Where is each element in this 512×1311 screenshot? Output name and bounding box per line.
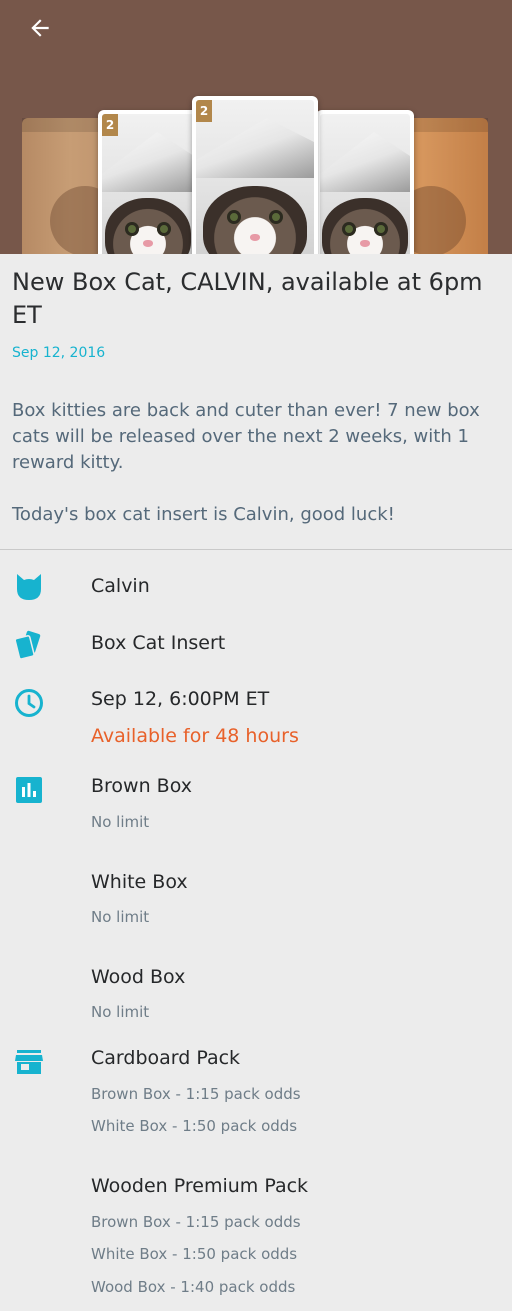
cat-photo [322,198,408,254]
article-body: Box kitties are back and cuter than ever… [12,398,502,528]
article-title: New Box Cat, CALVIN, available at 6pm ET [12,268,483,329]
header-hero: 2 2 [0,0,512,254]
pack-odds: White Box - 1:50 pack odds [91,1245,298,1263]
cat-icon [12,570,46,604]
article-paragraph: Today's box cat insert is Calvin, good l… [12,504,395,525]
availability-text: Available for 48 hours [91,725,299,747]
cat-photo [105,198,191,254]
variant-limit: No limit [91,908,150,926]
back-button[interactable] [22,12,58,44]
arrow-left-icon [31,19,49,37]
cat-photo [203,186,307,254]
cat-card-center: 2 [192,96,318,254]
card-number-badge: 2 [102,114,118,136]
pack-name: Wooden Premium Pack [91,1175,309,1197]
character-name: Calvin [91,575,150,597]
variant-limit: No limit [91,813,150,831]
pack-odds: White Box - 1:50 pack odds [91,1117,298,1135]
release-time: Sep 12, 6:00PM ET [91,688,270,710]
cat-card-right [316,110,414,254]
article-paragraph: Box kitties are back and cuter than ever… [12,400,480,473]
variant-limit: No limit [91,1003,150,1021]
store-icon [12,1045,46,1079]
clock-icon [12,686,46,720]
pack-name: Cardboard Pack [91,1047,241,1069]
card-number-badge: 2 [196,100,212,122]
article-date: Sep 12, 2016 [12,345,106,361]
cat-card-left: 2 [98,110,198,254]
variant-name: Wood Box [91,966,186,988]
bar-chart-icon [12,773,46,807]
card-type: Box Cat Insert [91,632,226,654]
pack-odds: Brown Box - 1:15 pack odds [91,1085,301,1103]
pack-odds: Wood Box - 1:40 pack odds [91,1278,296,1296]
cards-icon [12,628,46,662]
variant-name: Brown Box [91,775,192,797]
section-divider [0,549,512,550]
pack-odds: Brown Box - 1:15 pack odds [91,1213,301,1231]
variant-name: White Box [91,871,188,893]
